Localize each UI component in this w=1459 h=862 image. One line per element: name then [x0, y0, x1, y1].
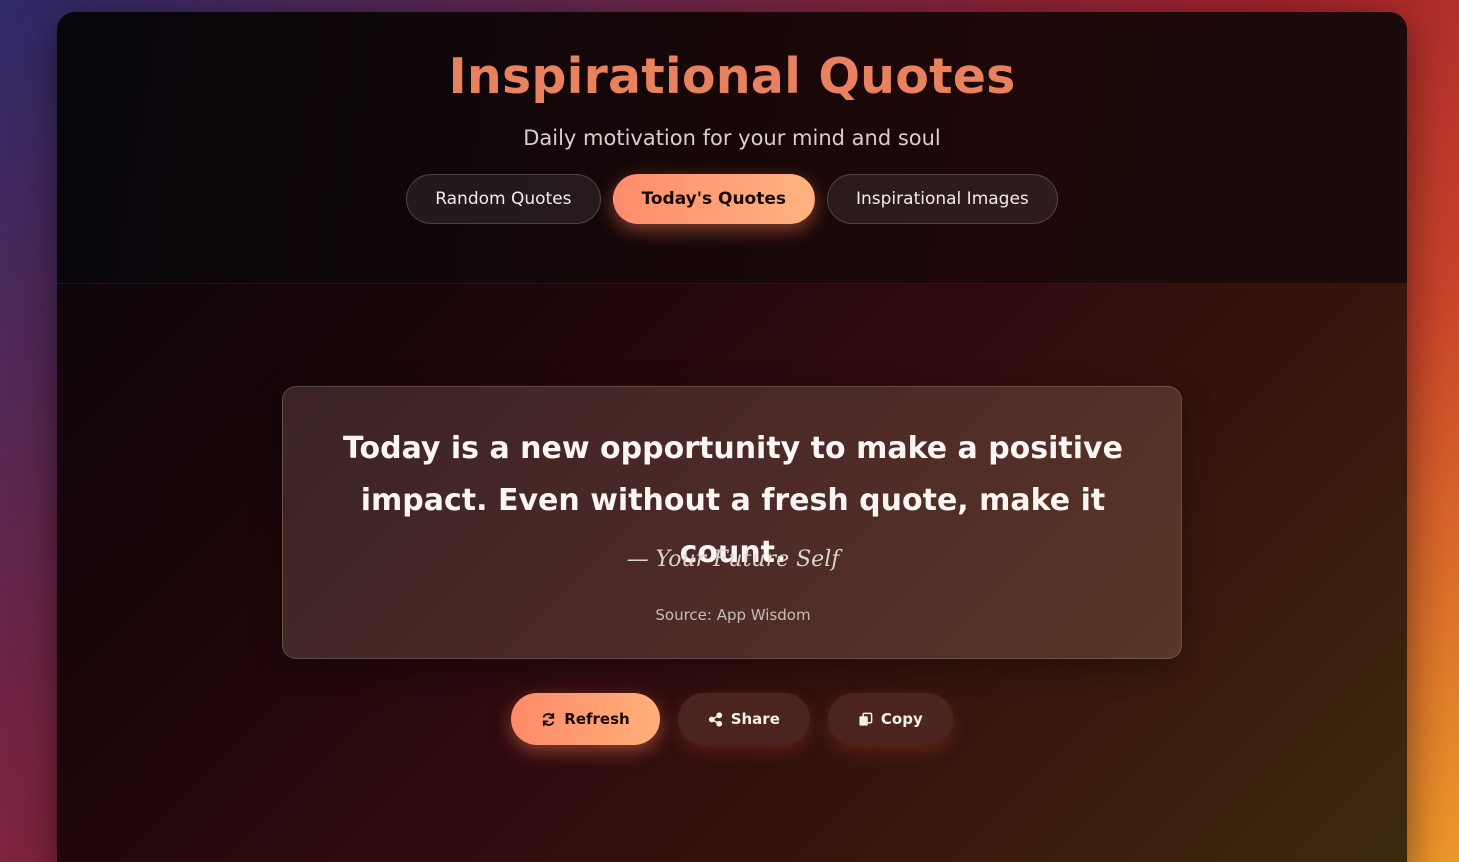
tab-random-quotes[interactable]: Random Quotes: [406, 174, 601, 224]
share-icon: [708, 711, 723, 727]
refresh-icon: [541, 712, 556, 727]
quote-card: Today is a new opportunity to make a pos…: [282, 386, 1182, 659]
page-title: Inspirational Quotes: [448, 48, 1016, 105]
copy-label: Copy: [880, 710, 923, 728]
share-button[interactable]: Share: [677, 693, 810, 745]
tab-todays-quotes[interactable]: Today's Quotes: [612, 174, 815, 224]
copy-icon: [858, 712, 873, 727]
action-bar: Refresh Share Copy: [57, 693, 1407, 745]
refresh-button[interactable]: Refresh: [511, 693, 660, 745]
refresh-label: Refresh: [564, 710, 630, 728]
page-subtitle: Daily motivation for your mind and soul: [523, 126, 941, 150]
quote-author: — Your Future Self: [626, 547, 840, 572]
app-window: Inspirational Quotes Daily motivation fo…: [57, 12, 1407, 862]
copy-button[interactable]: Copy: [827, 693, 953, 745]
tab-inspirational-images[interactable]: Inspirational Images: [827, 174, 1058, 224]
header: Inspirational Quotes Daily motivation fo…: [57, 12, 1407, 284]
share-label: Share: [730, 710, 780, 728]
tab-bar: Random Quotes Today's Quotes Inspiration…: [57, 174, 1407, 224]
quote-source: Source: App Wisdom: [655, 606, 811, 624]
